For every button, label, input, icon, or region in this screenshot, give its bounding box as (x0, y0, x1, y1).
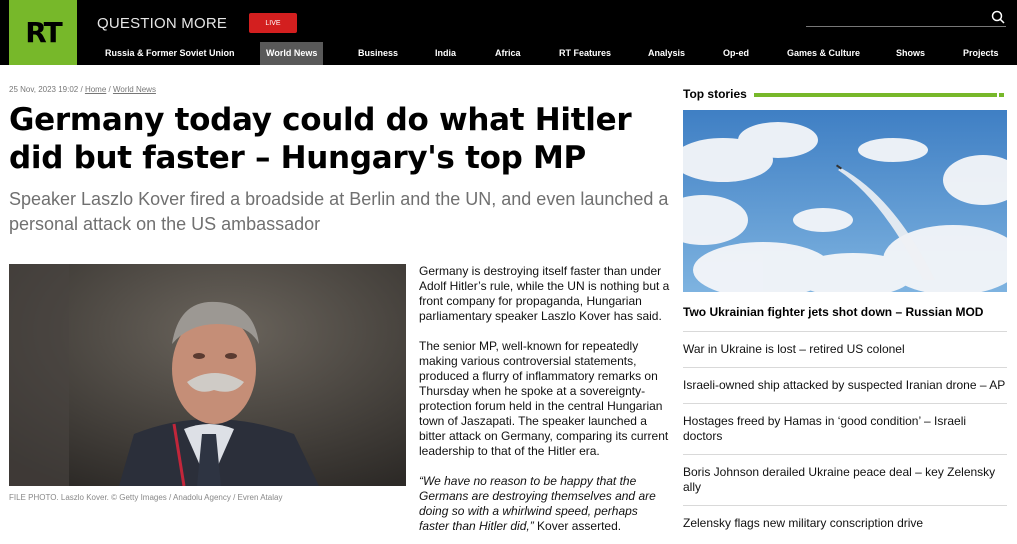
top-story-link[interactable]: Boris Johnson derailed Ukraine peace dea… (683, 454, 1007, 505)
brand-slogan: QUESTION MORE (97, 15, 228, 32)
live-button[interactable]: LIVE (249, 13, 297, 33)
article-subhead: Speaker Laszlo Kover fired a broadside a… (9, 189, 669, 234)
top-stories-title: Top stories (683, 87, 747, 101)
nav-item-business[interactable]: Business (358, 42, 398, 65)
nav-item-africa[interactable]: Africa (495, 42, 521, 65)
quote-attribution: Kover asserted. (533, 519, 622, 533)
nav-item-analysis[interactable]: Analysis (648, 42, 685, 65)
article-paragraph: The senior MP, well-known for repeatedly… (419, 339, 669, 458)
nav-item-russia[interactable]: Russia & Former Soviet Union (105, 42, 235, 65)
top-story-link[interactable]: Zelensky flags new military conscription… (683, 505, 1007, 541)
article-photo (9, 264, 406, 486)
search-input[interactable] (806, 26, 1006, 27)
article-headline: Germany today could do what Hitler did b… (9, 102, 632, 176)
top-story-link[interactable]: Israeli-owned ship attacked by suspected… (683, 367, 1007, 403)
top-story-lead-link[interactable]: Two Ukrainian fighter jets shot down – R… (683, 305, 1007, 319)
article-quote-paragraph: “We have no reason to be happy that the … (419, 474, 671, 534)
nav-item-shows[interactable]: Shows (896, 42, 925, 65)
site-header: RT QUESTION MORE LIVE Russia & Former So… (0, 0, 1017, 65)
article-body: Germany is destroying itself faster than… (419, 264, 671, 544)
section-accent-bar (754, 93, 994, 97)
top-stories-list: War in Ukraine is lost – retired US colo… (683, 331, 1007, 541)
breadcrumb-home[interactable]: Home (85, 85, 106, 94)
top-story-link[interactable]: War in Ukraine is lost – retired US colo… (683, 331, 1007, 367)
section-accent-square (999, 93, 1004, 97)
article-meta: 25 Nov, 2023 19:02 / Home / World News (9, 85, 156, 94)
portrait-image (9, 264, 406, 486)
nav-item-india[interactable]: India (435, 42, 456, 65)
section-accent-square (992, 93, 997, 97)
top-stories-header: Top stories (683, 87, 1007, 103)
article-date: 25 Nov, 2023 19:02 (9, 85, 79, 94)
article-paragraph: Germany is destroying itself faster than… (419, 264, 670, 323)
nav-item-rt-features[interactable]: RT Features (559, 42, 611, 65)
sky-missile-image (683, 110, 1007, 292)
nav-item-world-news[interactable]: World News (260, 42, 324, 65)
nav-item-op-ed[interactable]: Op-ed (723, 42, 749, 65)
main-nav: Russia & Former Soviet Union World News … (0, 42, 1017, 65)
top-story-link[interactable]: Hostages freed by Hamas in ‘good conditi… (683, 403, 1007, 454)
nav-item-projects[interactable]: Projects (963, 42, 999, 65)
search-icon[interactable] (991, 10, 1005, 24)
top-story-image[interactable] (683, 110, 1007, 292)
nav-item-games-culture[interactable]: Games & Culture (787, 42, 860, 65)
breadcrumb-world-news[interactable]: World News (113, 85, 156, 94)
photo-caption: FILE PHOTO. Laszlo Kover. © Getty Images… (9, 493, 283, 502)
